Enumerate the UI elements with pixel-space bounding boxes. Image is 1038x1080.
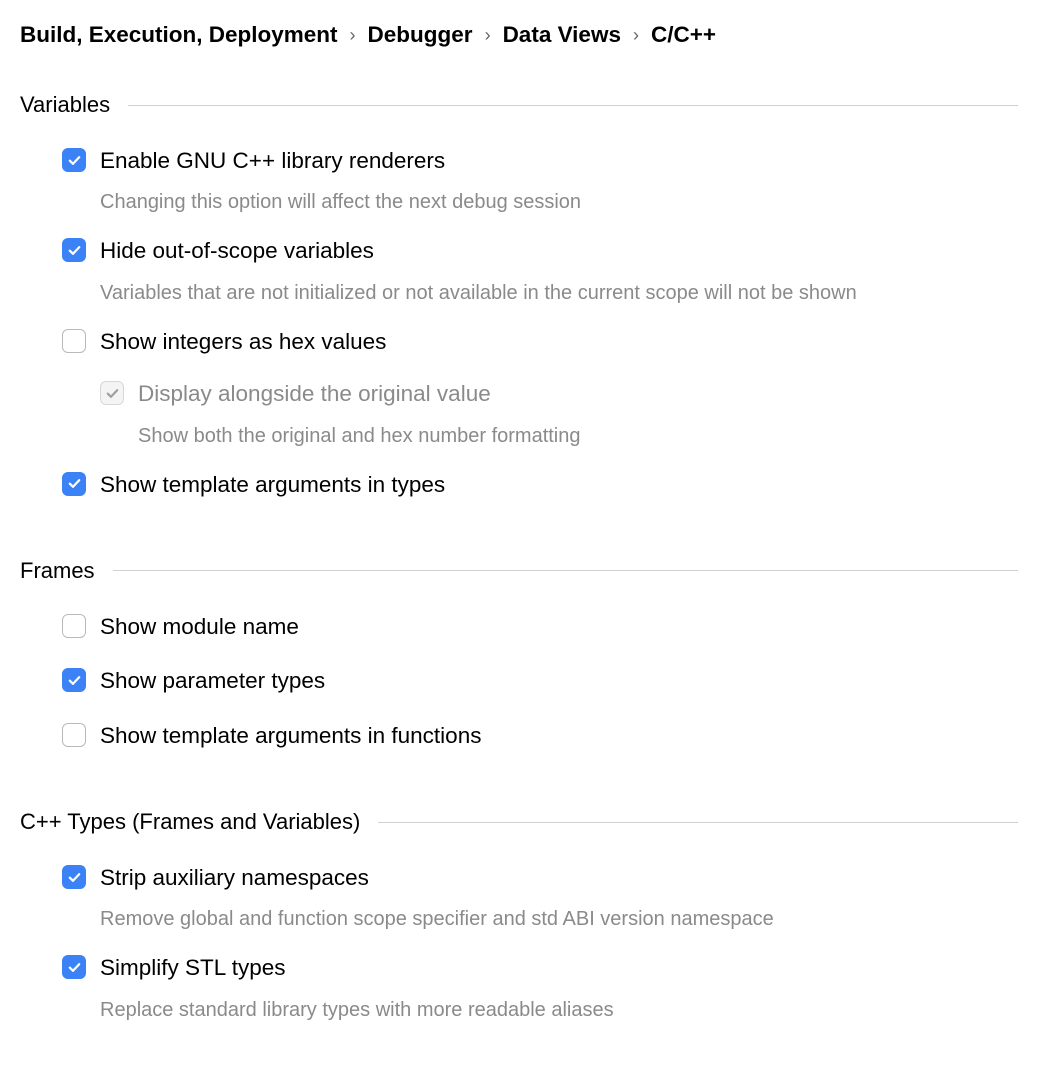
- checkbox-strip-namespaces[interactable]: [62, 865, 86, 889]
- checkbox-show-parameter-types[interactable]: [62, 668, 86, 692]
- section-title: Frames: [20, 558, 95, 584]
- divider: [113, 570, 1018, 571]
- chevron-right-icon: ›: [350, 25, 356, 46]
- checkbox-show-module-name[interactable]: [62, 614, 86, 638]
- label-show-hex: Show integers as hex values: [100, 327, 386, 357]
- section-title: Variables: [20, 92, 110, 118]
- breadcrumb-item[interactable]: Build, Execution, Deployment: [20, 22, 338, 48]
- hint-strip-namespaces: Remove global and function scope specifi…: [100, 905, 1018, 933]
- checkbox-template-types[interactable]: [62, 472, 86, 496]
- label-show-module-name: Show module name: [100, 612, 299, 642]
- label-hex-alongside: Display alongside the original value: [138, 379, 491, 409]
- label-hide-out-of-scope: Hide out-of-scope variables: [100, 236, 374, 266]
- section-header-cpp-types: C++ Types (Frames and Variables): [20, 809, 1018, 835]
- checkbox-gnu-renderers[interactable]: [62, 148, 86, 172]
- chevron-right-icon: ›: [485, 25, 491, 46]
- section-header-frames: Frames: [20, 558, 1018, 584]
- checkbox-hex-alongside: [100, 381, 124, 405]
- label-template-functions: Show template arguments in functions: [100, 721, 481, 751]
- divider: [378, 822, 1018, 823]
- divider: [128, 105, 1018, 106]
- checkbox-hide-out-of-scope[interactable]: [62, 238, 86, 262]
- section-header-variables: Variables: [20, 92, 1018, 118]
- checkbox-simplify-stl[interactable]: [62, 955, 86, 979]
- hint-hex-alongside: Show both the original and hex number fo…: [138, 422, 1018, 450]
- breadcrumb-item[interactable]: C/C++: [651, 22, 716, 48]
- breadcrumb-item[interactable]: Debugger: [368, 22, 473, 48]
- hint-hide-out-of-scope: Variables that are not initialized or no…: [100, 279, 1018, 307]
- section-title: C++ Types (Frames and Variables): [20, 809, 360, 835]
- hint-simplify-stl: Replace standard library types with more…: [100, 996, 1018, 1024]
- label-simplify-stl: Simplify STL types: [100, 953, 285, 983]
- breadcrumb-item[interactable]: Data Views: [503, 22, 621, 48]
- label-template-types: Show template arguments in types: [100, 470, 445, 500]
- checkbox-show-hex[interactable]: [62, 329, 86, 353]
- breadcrumb: Build, Execution, Deployment › Debugger …: [20, 22, 1018, 48]
- label-strip-namespaces: Strip auxiliary namespaces: [100, 863, 369, 893]
- checkbox-template-functions[interactable]: [62, 723, 86, 747]
- hint-gnu-renderers: Changing this option will affect the nex…: [100, 188, 1018, 216]
- chevron-right-icon: ›: [633, 25, 639, 46]
- label-show-parameter-types: Show parameter types: [100, 666, 325, 696]
- label-gnu-renderers: Enable GNU C++ library renderers: [100, 146, 445, 176]
